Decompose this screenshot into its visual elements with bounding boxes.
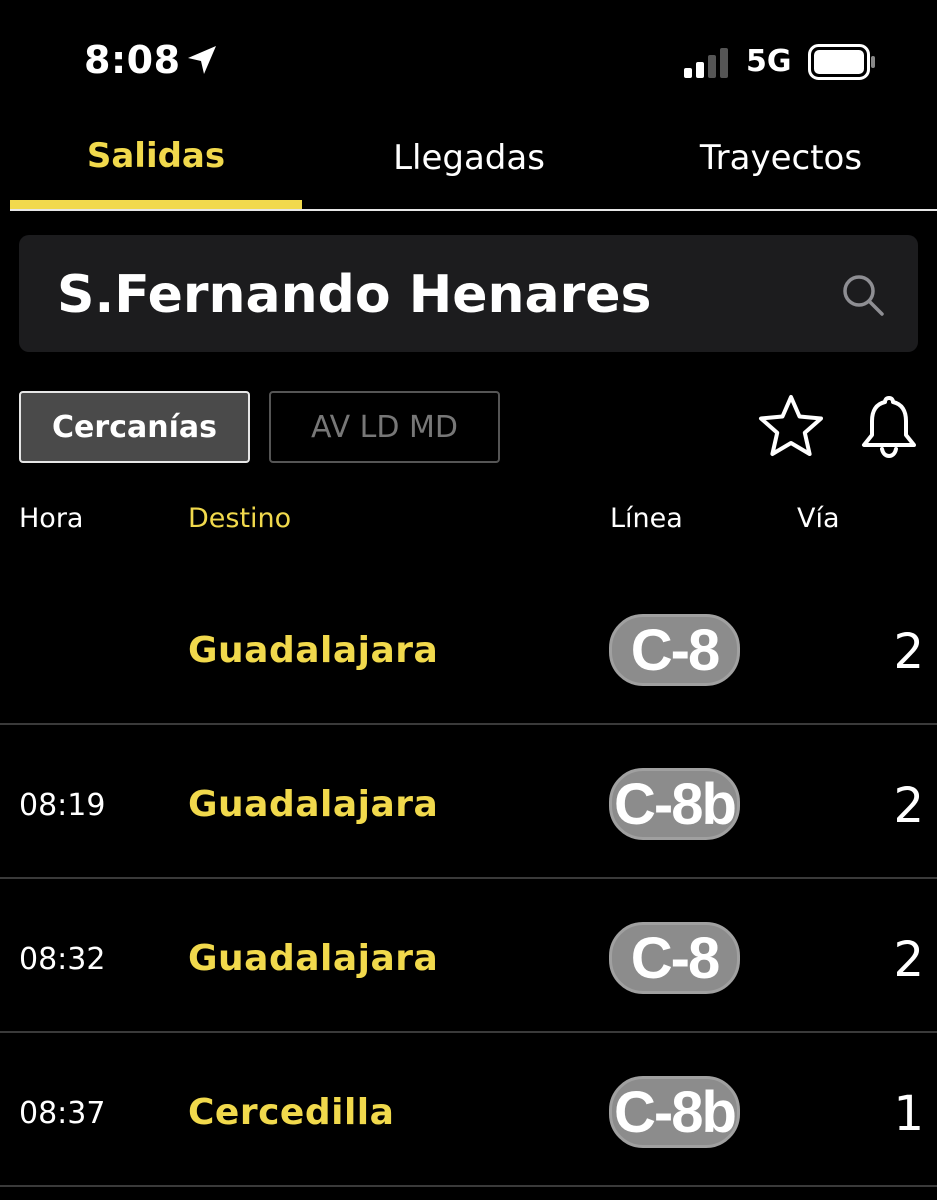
status-time: 8:08	[84, 38, 181, 82]
departure-row[interactable]: Guadalajara C-8 2	[0, 572, 937, 725]
line-badge: C-8b	[609, 1076, 740, 1148]
filter-av-ld-md-button[interactable]: AV LD MD	[269, 391, 500, 463]
station-name: S.Fernando Henares	[57, 265, 652, 325]
location-arrow-icon	[188, 46, 216, 74]
filter-cercanias-button[interactable]: Cercanías	[19, 391, 250, 463]
platform-number: 1	[893, 1086, 924, 1142]
departure-time: 08:37	[19, 1096, 106, 1131]
network-type: 5G	[746, 44, 792, 79]
column-header-via: Vía	[797, 503, 840, 534]
line-badge: C-8	[609, 922, 740, 994]
column-header-linea: Línea	[610, 503, 683, 534]
departure-time: 08:19	[19, 788, 106, 823]
departure-row[interactable]: 08:19 Guadalajara C-8b 2	[0, 726, 937, 879]
departure-destination: Cercedilla	[188, 1092, 395, 1133]
platform-number: 2	[893, 624, 924, 680]
departure-time: 08:32	[19, 942, 106, 977]
bell-icon[interactable]	[856, 393, 922, 459]
tab-divider	[10, 209, 937, 211]
column-header-hora: Hora	[19, 503, 84, 534]
row-divider	[0, 723, 937, 725]
line-badge: C-8	[609, 614, 740, 686]
row-divider	[0, 877, 937, 879]
departure-destination: Guadalajara	[188, 784, 439, 825]
station-search-box[interactable]: S.Fernando Henares	[19, 235, 918, 352]
status-bar: 8:08 5G	[0, 0, 937, 120]
tab-salidas[interactable]: Salidas	[10, 136, 302, 176]
departure-row[interactable]: 08:37 Cercedilla C-8b 1	[0, 1034, 937, 1187]
departure-destination: Guadalajara	[188, 938, 439, 979]
departure-row[interactable]: 08:32 Guadalajara C-8 2	[0, 880, 937, 1033]
platform-number: 2	[893, 778, 924, 834]
line-badge: C-8b	[609, 768, 740, 840]
column-header-destino: Destino	[188, 503, 292, 534]
departure-destination: Guadalajara	[188, 630, 439, 671]
search-icon[interactable]	[841, 273, 885, 317]
battery-icon	[808, 44, 875, 80]
tab-trayectos[interactable]: Trayectos	[640, 138, 922, 178]
signal-icon	[684, 48, 728, 78]
platform-number: 2	[893, 932, 924, 988]
row-divider	[0, 1185, 937, 1187]
star-icon[interactable]	[757, 393, 825, 459]
tab-bar: Salidas Llegadas Trayectos	[0, 120, 937, 212]
tab-llegadas[interactable]: Llegadas	[330, 138, 608, 178]
row-divider	[0, 1031, 937, 1033]
